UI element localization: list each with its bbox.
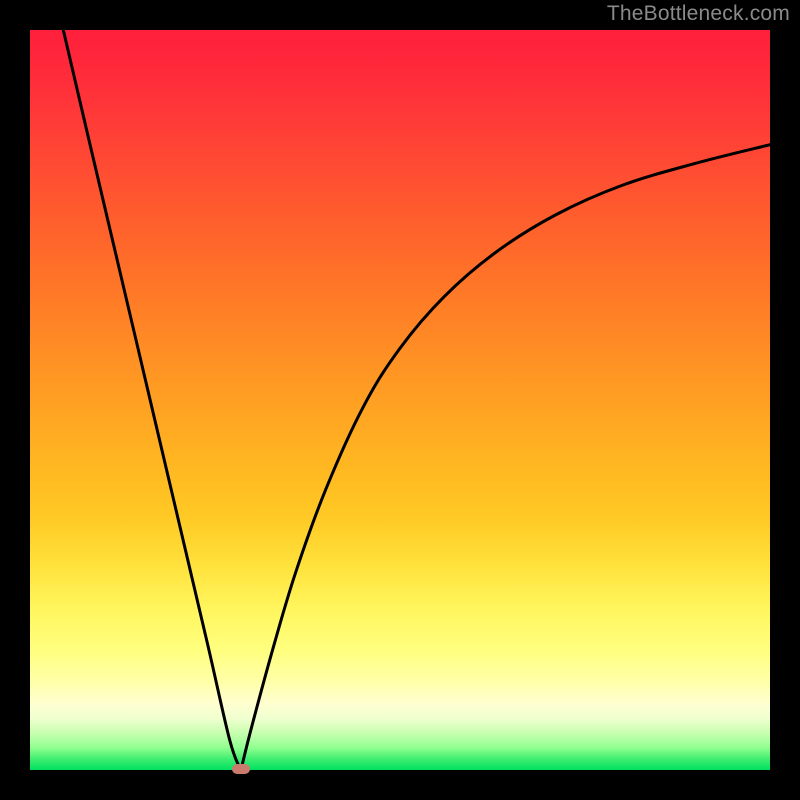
optimum-marker xyxy=(232,764,250,774)
watermark-text: TheBottleneck.com xyxy=(607,2,790,26)
bottleneck-curve xyxy=(30,30,770,770)
chart-frame: TheBottleneck.com xyxy=(0,0,800,800)
plot-area xyxy=(30,30,770,770)
